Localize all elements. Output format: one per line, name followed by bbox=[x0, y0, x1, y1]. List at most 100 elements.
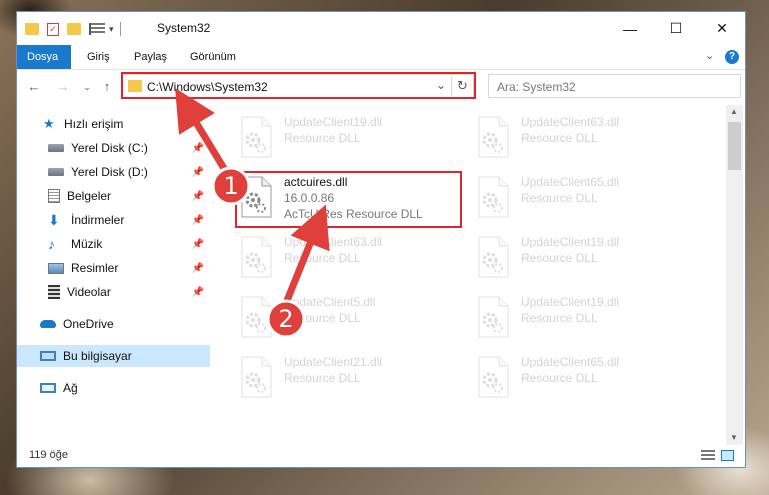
pin-icon[interactable]: 📌 bbox=[192, 215, 204, 226]
pin-icon[interactable]: 📌 bbox=[192, 143, 204, 154]
vertical-scrollbar[interactable]: ▲ ▼ bbox=[726, 105, 743, 445]
file-description: Resource DLL bbox=[284, 131, 361, 145]
nav-label: Bu bilgisayar bbox=[63, 349, 132, 363]
close-button[interactable]: ✕ bbox=[699, 12, 745, 45]
address-row: ← → ⌄ ↑ C:\Windows\System32 ⌄ ↻ Ara: Sys… bbox=[17, 70, 745, 103]
window-title: System32 bbox=[157, 21, 211, 35]
back-arrow-icon[interactable]: ← bbox=[25, 78, 43, 96]
scroll-down-icon[interactable]: ▼ bbox=[730, 433, 738, 442]
nav-label: Hızlı erişim bbox=[64, 117, 124, 131]
documents-icon bbox=[48, 189, 60, 203]
scrollbar-thumb[interactable] bbox=[728, 122, 741, 170]
help-icon[interactable]: ? bbox=[725, 50, 739, 64]
minimize-button[interactable]: — bbox=[607, 12, 653, 45]
new-folder-icon[interactable] bbox=[67, 23, 81, 35]
dll-file-icon bbox=[238, 356, 274, 398]
up-arrow-icon[interactable]: ↑ bbox=[98, 78, 116, 96]
pictures-icon bbox=[48, 262, 64, 274]
pin-icon[interactable]: 📌 bbox=[192, 191, 204, 202]
file-item[interactable]: UpdateClient19.dll Resource DLL bbox=[467, 233, 687, 283]
pin-icon[interactable]: 📌 bbox=[192, 287, 204, 298]
file-item[interactable]: UpdateClient21.dll Resource DLL bbox=[230, 353, 450, 403]
nav-yerel-disk-c[interactable]: Yerel Disk (C:) 📌 bbox=[17, 137, 210, 159]
status-bar: 119 öğe bbox=[17, 445, 745, 467]
file-item[interactable]: UpdateClient63.dll Resource DLL bbox=[467, 113, 687, 163]
dll-file-icon bbox=[475, 296, 511, 338]
dll-file-icon bbox=[475, 176, 511, 218]
nav-label: Müzik bbox=[71, 237, 103, 251]
nav-label: Belgeler bbox=[67, 189, 112, 203]
scroll-up-icon[interactable]: ▲ bbox=[730, 107, 738, 116]
tab-gorunum[interactable]: Görünüm bbox=[180, 45, 246, 69]
nav-yerel-disk-d[interactable]: Yerel Disk (D:) 📌 bbox=[17, 161, 210, 183]
nav-label: Ağ bbox=[63, 381, 78, 395]
file-item[interactable]: UpdateClient19.dll Resource DLL bbox=[230, 113, 450, 163]
forward-arrow-icon[interactable]: → bbox=[54, 78, 72, 96]
nav-quick-access[interactable]: ★ Hızlı erişim bbox=[17, 113, 210, 135]
properties-icon[interactable]: ✓ bbox=[47, 22, 59, 36]
nav-indirmeler[interactable]: ⬇ İndirmeler 📌 bbox=[17, 209, 210, 231]
chevron-down-icon[interactable]: ⌄ bbox=[705, 49, 714, 62]
nav-label: Videolar bbox=[67, 285, 111, 299]
nav-label: Yerel Disk (D:) bbox=[71, 165, 148, 179]
nav-muzik[interactable]: ♪ Müzik 📌 bbox=[17, 233, 210, 255]
file-name: UpdateClient19.dll bbox=[521, 295, 620, 309]
pin-icon[interactable]: 📌 bbox=[192, 167, 204, 178]
navigation-pane: ★ Hızlı erişim Yerel Disk (C:) 📌 Yerel D… bbox=[17, 105, 210, 445]
nav-videolar[interactable]: Videolar 📌 bbox=[17, 281, 210, 303]
customize-dropdown-icon[interactable]: ▾ bbox=[109, 24, 114, 35]
file-description: Resource DLL bbox=[521, 131, 598, 145]
file-description: Resource DLL bbox=[521, 311, 598, 325]
details-view-icon[interactable] bbox=[701, 450, 715, 461]
dll-file-icon bbox=[475, 356, 511, 398]
nav-resimler[interactable]: Resimler 📌 bbox=[17, 257, 210, 279]
folder-icon[interactable] bbox=[25, 23, 39, 35]
file-name: UpdateClient21.dll bbox=[284, 355, 383, 369]
file-name: UpdateClient65.dll bbox=[521, 175, 620, 189]
address-highlight-box bbox=[121, 72, 476, 99]
file-item[interactable]: UpdateClient63.dll Resource DLL bbox=[230, 233, 450, 283]
tab-paylas[interactable]: Paylaş bbox=[124, 45, 177, 69]
file-name: UpdateClient65.dll bbox=[521, 355, 620, 369]
tab-dosya[interactable]: Dosya bbox=[17, 45, 71, 69]
file-list: UpdateClient19.dll Resource DLL actcuire… bbox=[212, 105, 725, 445]
cloud-icon bbox=[40, 320, 56, 328]
file-highlight-box bbox=[235, 171, 462, 228]
file-name: UpdateClient19.dll bbox=[284, 115, 383, 129]
large-icons-view-icon[interactable] bbox=[721, 450, 734, 461]
ribbon-tabs: Dosya Giriş Paylaş Görünüm ⌄ ? bbox=[17, 45, 745, 70]
search-box[interactable]: Ara: System32 bbox=[488, 74, 741, 98]
step1-label: 1 bbox=[223, 172, 239, 200]
download-icon: ⬇ bbox=[48, 212, 60, 228]
dll-file-icon bbox=[475, 236, 511, 278]
file-item[interactable]: UpdateClient65.dll Resource DLL bbox=[467, 353, 687, 403]
checklist-icon[interactable] bbox=[89, 23, 105, 35]
pin-icon[interactable]: 📌 bbox=[192, 263, 204, 274]
tab-giris[interactable]: Giriş bbox=[77, 45, 120, 69]
maximize-button[interactable]: ☐ bbox=[653, 12, 699, 45]
network-icon bbox=[40, 383, 56, 393]
file-item[interactable]: UpdateClient19.dll Resource DLL bbox=[467, 293, 687, 343]
pin-icon[interactable]: 📌 bbox=[192, 239, 204, 250]
nav-label: Yerel Disk (C:) bbox=[71, 141, 148, 155]
computer-icon bbox=[40, 351, 56, 361]
dll-file-icon bbox=[475, 116, 511, 158]
file-description: Resource DLL bbox=[521, 191, 598, 205]
title-separator bbox=[119, 22, 121, 36]
nav-onedrive[interactable]: OneDrive bbox=[17, 313, 210, 335]
file-name: UpdateClient63.dll bbox=[284, 235, 383, 249]
music-icon: ♪ bbox=[48, 236, 55, 252]
nav-belgeler[interactable]: Belgeler 📌 bbox=[17, 185, 210, 207]
dll-file-icon bbox=[238, 236, 274, 278]
drive-icon bbox=[48, 144, 64, 152]
nav-label: Resimler bbox=[71, 261, 119, 275]
file-item[interactable]: UpdateClient5.dll Resource DLL bbox=[230, 293, 450, 343]
item-count: 119 öğe bbox=[29, 449, 68, 461]
file-name: UpdateClient19.dll bbox=[521, 235, 620, 249]
search-input[interactable]: Ara: System32 bbox=[497, 80, 576, 94]
file-item[interactable]: UpdateClient65.dll Resource DLL bbox=[467, 173, 687, 223]
dll-file-icon bbox=[238, 116, 274, 158]
recent-locations-icon[interactable]: ⌄ bbox=[78, 78, 96, 96]
nav-this-pc[interactable]: Bu bilgisayar bbox=[17, 345, 210, 367]
nav-network[interactable]: Ağ bbox=[17, 377, 210, 399]
